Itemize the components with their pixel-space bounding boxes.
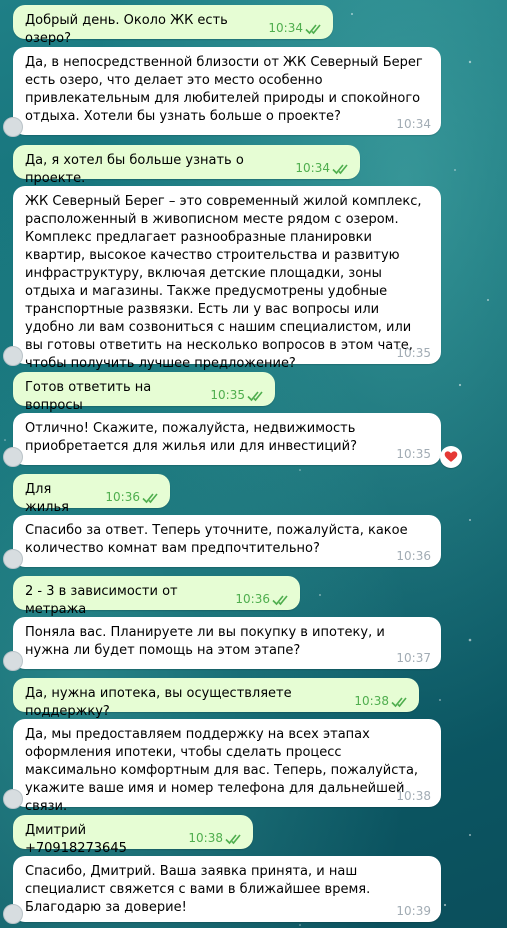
message-text: ЖК Северный Берег – это современный жило… (25, 194, 422, 371)
red-heart-icon (444, 451, 458, 462)
message-timestamp: 10:34 (268, 21, 303, 35)
message-text: Спасибо, Дмитрий. Ваша заявка принята, и… (25, 864, 371, 915)
message-text: Да, нужна ипотека, вы осуществляете подд… (25, 686, 292, 719)
message-timestamp: 10:36 (235, 592, 270, 606)
bot-avatar[interactable] (3, 651, 23, 671)
bot-avatar[interactable] (3, 789, 23, 809)
message-text: Да, в непосредственной близости от ЖК Се… (25, 55, 423, 124)
bot-avatar[interactable] (3, 549, 23, 569)
outgoing-message-bubble[interactable]: Добрый день. Около ЖК есть озеро? 10:34 (13, 5, 333, 46)
message-timestamp: 10:38 (354, 694, 389, 708)
bot-avatar[interactable] (3, 346, 23, 366)
message-timestamp: 10:36 (105, 490, 140, 504)
message-text: Отлично! Скажите, пожалуйста, недвижимос… (25, 421, 357, 454)
double-check-icon (391, 696, 411, 708)
incoming-message-bubble[interactable]: Да, в непосредственной близости от ЖК Се… (3, 47, 441, 137)
message-timestamp: 10:35 (396, 447, 431, 461)
incoming-message-bubble[interactable]: ЖК Северный Берег – это современный жило… (3, 186, 441, 371)
double-check-icon (332, 163, 352, 175)
double-check-icon (142, 492, 162, 504)
message-timestamp: 10:36 (396, 549, 431, 563)
outgoing-message-bubble[interactable]: Да, я хотел бы больше узнать о проекте. 1… (13, 145, 360, 186)
message-timestamp: 10:35 (396, 346, 431, 360)
bot-avatar[interactable] (3, 447, 23, 467)
message-timestamp: 10:35 (210, 388, 245, 402)
incoming-message-bubble[interactable]: Спасибо, Дмитрий. Ваша заявка принята, и… (3, 856, 441, 924)
message-timestamp: 10:39 (396, 904, 431, 918)
incoming-message-bubble[interactable]: Поняла вас. Планируете ли вы покупку в и… (3, 617, 441, 671)
message-timestamp: 10:34 (295, 161, 330, 175)
outgoing-message-bubble[interactable]: Готов ответить на вопросы 10:35 (13, 372, 275, 413)
double-check-icon (225, 833, 245, 845)
message-timestamp: 10:37 (396, 651, 431, 665)
message-timestamp: 10:38 (188, 831, 223, 845)
incoming-message-bubble[interactable]: Да, мы предоставляем поддержку на всех э… (3, 719, 441, 814)
message-timestamp: 10:34 (396, 117, 431, 131)
bot-avatar[interactable] (3, 117, 23, 137)
outgoing-message-bubble[interactable]: 2 - 3 в зависимости от метража 10:36 (13, 576, 300, 617)
incoming-message-bubble[interactable]: Спасибо за ответ. Теперь уточните, пожал… (3, 515, 441, 569)
message-text: Спасибо за ответ. Теперь уточните, пожал… (25, 523, 408, 556)
message-text: Да, мы предоставляем поддержку на всех э… (25, 727, 419, 814)
double-check-icon (247, 390, 267, 402)
double-check-icon (305, 23, 325, 35)
outgoing-message-bubble[interactable]: Дмитрий +70918273645 10:38 (13, 815, 253, 856)
incoming-message-bubble[interactable]: Отлично! Скажите, пожалуйста, недвижимос… (3, 413, 441, 467)
double-check-icon (272, 594, 292, 606)
outgoing-message-bubble[interactable]: Да, нужна ипотека, вы осуществляете подд… (13, 678, 419, 719)
outgoing-message-bubble[interactable]: Для жилья 10:36 (13, 474, 170, 515)
bot-avatar[interactable] (3, 904, 23, 924)
heart-reaction-badge[interactable] (440, 446, 462, 468)
message-timestamp: 10:38 (396, 789, 431, 803)
message-text: Поняла вас. Планируете ли вы покупку в и… (25, 625, 385, 658)
